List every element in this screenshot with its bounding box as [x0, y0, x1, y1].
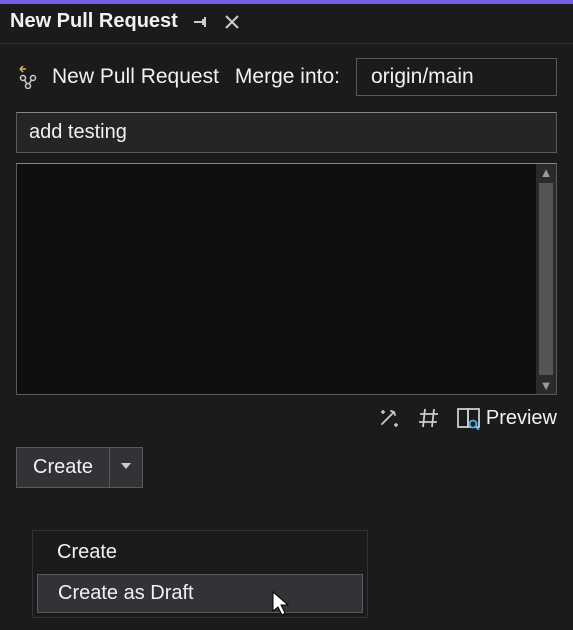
dropdown-item-create[interactable]: Create — [35, 533, 365, 572]
description-toolbar: Preview — [16, 401, 557, 447]
create-dropdown-menu: Create Create as Draft — [32, 530, 368, 618]
header-row: New Pull Request Merge into: origin/main — [16, 58, 557, 96]
create-split-button: Create — [16, 447, 143, 488]
pull-request-icon — [16, 65, 40, 89]
dropdown-item-create-as-draft[interactable]: Create as Draft — [37, 574, 363, 613]
target-branch-value: origin/main — [371, 65, 474, 88]
title-bar: New Pull Request — [0, 4, 573, 44]
create-button[interactable]: Create — [17, 448, 110, 487]
header-label: New Pull Request — [52, 65, 219, 89]
hash-icon[interactable] — [416, 405, 442, 431]
preview-label: Preview — [486, 407, 557, 430]
scroll-up-arrow-icon[interactable]: ▲ — [540, 166, 553, 179]
pin-icon[interactable] — [190, 12, 210, 32]
scrollbar-thumb[interactable] — [539, 183, 553, 375]
chevron-down-icon — [120, 459, 132, 477]
dropdown-item-label: Create as Draft — [58, 582, 194, 604]
dropdown-item-label: Create — [57, 541, 117, 563]
pr-title-input[interactable] — [16, 112, 557, 153]
merge-into-label: Merge into: — [235, 65, 340, 89]
ai-sparkle-icon[interactable] — [376, 405, 402, 431]
close-icon[interactable] — [222, 12, 242, 32]
scrollbar[interactable]: ▲ ▼ — [536, 164, 556, 394]
scroll-down-arrow-icon[interactable]: ▼ — [540, 379, 553, 392]
create-dropdown-toggle[interactable] — [110, 448, 142, 487]
target-branch-dropdown[interactable]: origin/main — [356, 58, 557, 96]
window-title: New Pull Request — [10, 10, 178, 33]
pr-description-textarea[interactable]: ▲ ▼ — [16, 163, 557, 395]
preview-button[interactable]: Preview — [456, 405, 557, 431]
preview-icon — [456, 405, 482, 431]
create-button-label: Create — [33, 456, 93, 478]
